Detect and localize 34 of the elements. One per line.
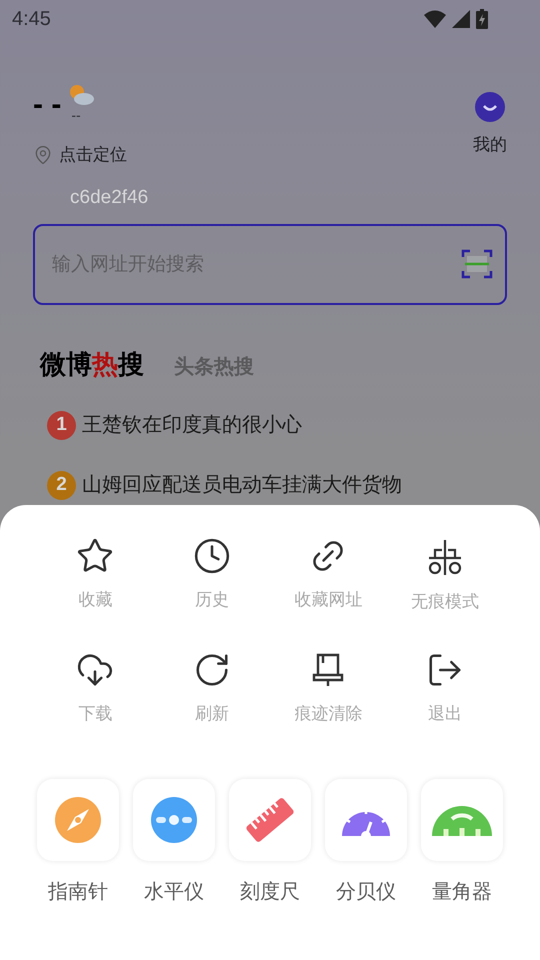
menu-item[interactable]: 痕迹清除 bbox=[270, 651, 386, 741]
tool-item[interactable]: 水平仪 bbox=[133, 779, 215, 907]
device-code: c6de2f46 bbox=[70, 186, 148, 210]
menu-item[interactable]: 无痕模式 bbox=[386, 537, 503, 627]
rank-badge: 2 bbox=[47, 470, 76, 500]
menu-item[interactable]: 历史 bbox=[154, 537, 270, 627]
tool-item[interactable]: 分贝仪 bbox=[325, 779, 407, 907]
temperature-text: - - bbox=[33, 90, 62, 120]
menu-item[interactable]: 刷新 bbox=[154, 651, 270, 741]
menu-item[interactable]: 收藏网址 bbox=[270, 537, 386, 627]
tool-item[interactable]: 量角器 bbox=[421, 779, 503, 907]
hot-topic-link[interactable]: 王楚钦在印度真的很小心 bbox=[82, 410, 302, 440]
tool-item[interactable]: 指南针 bbox=[37, 779, 119, 907]
clock-icon bbox=[192, 537, 231, 575]
rank-badge: 1 bbox=[47, 410, 76, 440]
signal-icon bbox=[452, 10, 470, 28]
menu-item[interactable]: 下载 bbox=[37, 651, 154, 741]
status-time: 4:45 bbox=[12, 7, 51, 32]
menu-item[interactable]: 退出 bbox=[386, 651, 503, 741]
scan-icon[interactable] bbox=[461, 248, 493, 280]
weather-condition: -- bbox=[71, 108, 81, 122]
profile-button[interactable]: 我的 bbox=[473, 92, 507, 158]
compass-icon bbox=[54, 796, 102, 844]
battery-icon bbox=[476, 9, 488, 29]
location-pin-icon bbox=[33, 144, 53, 165]
menu-item[interactable]: 收藏 bbox=[37, 537, 154, 627]
wifi-icon bbox=[424, 10, 446, 28]
avatar-icon bbox=[475, 92, 505, 122]
hot-topic-link[interactable]: 山姆回应配送员电动车挂满大件货物 bbox=[82, 470, 402, 500]
hot-tab[interactable]: 微博热搜 bbox=[40, 345, 144, 384]
tool-item[interactable]: 刻度尺 bbox=[229, 779, 311, 907]
spirit-level-icon bbox=[150, 796, 198, 844]
locate-link[interactable]: 点击定位 bbox=[59, 142, 127, 168]
sun-cloud-icon bbox=[67, 82, 96, 106]
